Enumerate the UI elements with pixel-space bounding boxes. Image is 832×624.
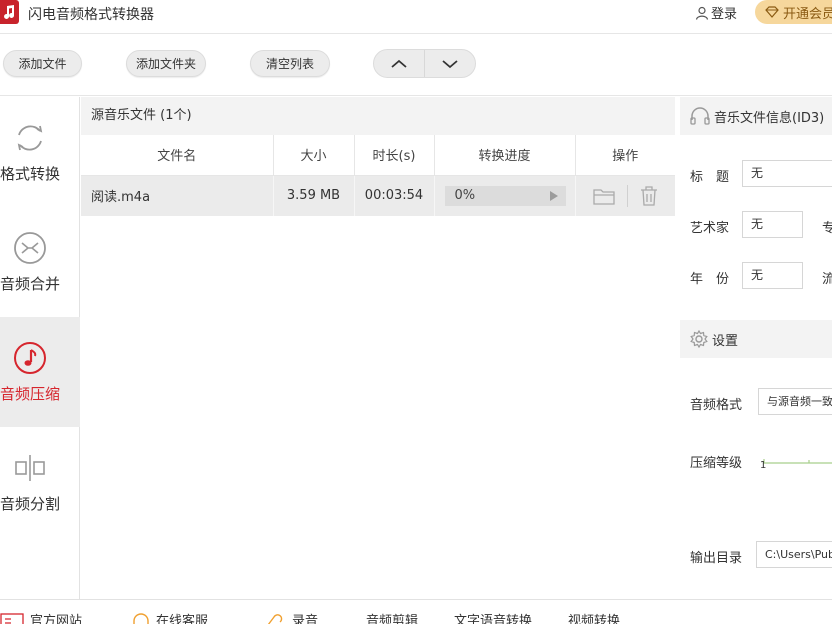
file-list-header: 源音乐文件 (1个) [81,97,675,135]
play-icon[interactable] [549,190,558,201]
year-label: 年 份 [690,272,730,287]
login-button[interactable]: 登录 [695,3,737,22]
official-site-link[interactable]: 官方网站 [0,610,82,624]
microphone-icon [267,613,283,624]
bottom-bar: 官方网站 在线客服 录音 音频剪辑 文字语音转换 视频转换 [0,599,832,624]
settings-header: 设置 [680,320,832,358]
user-icon [695,6,709,20]
year-field[interactable]: 无 [742,262,803,289]
bottom-item-label: 在线客服 [156,614,209,624]
toolbar: 添加文件 添加文件夹 清空列表 [0,34,832,96]
album-label: 专 [822,221,832,236]
id3-info-title: 音乐文件信息(ID3) [714,110,825,126]
column-header: 文件名 [81,135,274,176]
column-header: 转换进度 [434,135,576,176]
bottom-item-label: 官方网站 [30,614,83,624]
sidebar-item-audio-merge[interactable]: 音频合并 [0,207,80,317]
bottom-item-label: 录音 [292,614,319,624]
progress-text: 0% [454,187,476,203]
sidebar-item-label: 音频压缩 [0,385,61,403]
audio-format-select[interactable]: 与源音频一致 [758,388,832,415]
column-header: 时长(s) [354,135,435,176]
bottom-item-label: 视频转换 [568,614,621,624]
vip-label: 开通会员 [783,6,832,22]
app-title: 闪电音频格式转换器 [28,7,154,23]
settings-title: 设置 [712,333,739,349]
chevron-down-icon [442,59,458,68]
column-header: 大小 [273,135,355,176]
diamond-icon [765,6,779,18]
website-icon [0,612,24,624]
sidebar-item-format-convert[interactable]: 格式转换 [0,97,80,207]
compress-level-label: 压缩等级 [690,456,743,471]
vip-button[interactable]: 开通会员 [755,0,832,24]
title-field[interactable]: 无 [742,160,832,187]
move-buttons [373,49,476,78]
music-note-icon [14,342,46,374]
split-icon [15,455,45,481]
audio-edit-link[interactable]: 音频剪辑 [366,610,418,624]
sidebar-item-label: 音频合并 [0,275,61,293]
move-up-button[interactable] [374,50,424,77]
clear-list-button[interactable]: 清空列表 [250,50,330,77]
compress-level-slider[interactable] [763,457,832,467]
login-label: 登录 [711,7,738,22]
sidebar-item-label: 音频分割 [0,495,61,513]
right-panel: 音乐文件信息(ID3) 标 题 无 艺术家 无 专 年 份 无 流 设置 音频格… [680,97,832,599]
artist-label: 艺术家 [690,221,730,236]
file-duration: 00:03:54 [354,175,435,216]
gear-icon [690,330,708,348]
sidebar: 格式转换 音频合并 音频压缩 音频分割 [0,97,80,599]
genre-label: 流 [822,272,832,287]
video-convert-link[interactable]: 视频转换 [568,610,620,624]
id3-info-header: 音乐文件信息(ID3) [680,97,832,135]
progress-bar: 0% [444,185,566,206]
text-speech-link[interactable]: 文字语音转换 [454,610,532,624]
table-header-row: 文件名 大小 时长(s) 转换进度 操作 [81,135,675,176]
file-list-panel: 源音乐文件 (1个) 文件名 大小 时长(s) 转换进度 操作 阅读.m4a 3… [81,97,675,599]
chevron-up-icon [391,59,407,68]
audio-format-label: 音频格式 [690,398,743,413]
slider-min-label: 1 [760,460,767,471]
trash-icon[interactable] [640,186,658,206]
bottom-item-label: 音频剪辑 [366,614,419,624]
table-row[interactable]: 阅读.m4a 3.59 MB 00:03:54 0% [81,175,675,216]
divider [626,184,628,207]
sidebar-item-audio-compress[interactable]: 音频压缩 [0,317,80,427]
bottom-item-label: 文字语音转换 [454,614,533,624]
output-dir-label: 输出目录 [690,551,743,566]
refresh-icon [17,125,43,151]
online-service-link[interactable]: 在线客服 [132,610,208,624]
sidebar-item-audio-split[interactable]: 音频分割 [0,427,80,537]
move-down-button[interactable] [424,50,475,77]
column-header: 操作 [575,135,675,176]
artist-field[interactable]: 无 [742,211,803,238]
slider-track [763,459,832,464]
title-label: 标 题 [690,170,730,185]
title-bar: 闪电音频格式转换器 登录 开通会员 [0,0,832,34]
headphones-icon [690,107,710,125]
file-table: 文件名 大小 时长(s) 转换进度 操作 阅读.m4a 3.59 MB 00:0… [81,135,675,216]
app-logo-icon [0,0,19,24]
file-size: 3.59 MB [273,175,355,216]
merge-icon [14,232,46,264]
folder-icon[interactable] [593,187,615,205]
sidebar-item-label: 格式转换 [0,165,61,183]
add-folder-button[interactable]: 添加文件夹 [126,50,206,77]
headset-icon [133,612,149,624]
record-link[interactable]: 录音 [264,610,318,624]
file-name: 阅读.m4a [81,175,274,216]
output-dir-field[interactable]: C:\Users\Public [756,541,832,568]
add-file-button[interactable]: 添加文件 [3,50,82,77]
